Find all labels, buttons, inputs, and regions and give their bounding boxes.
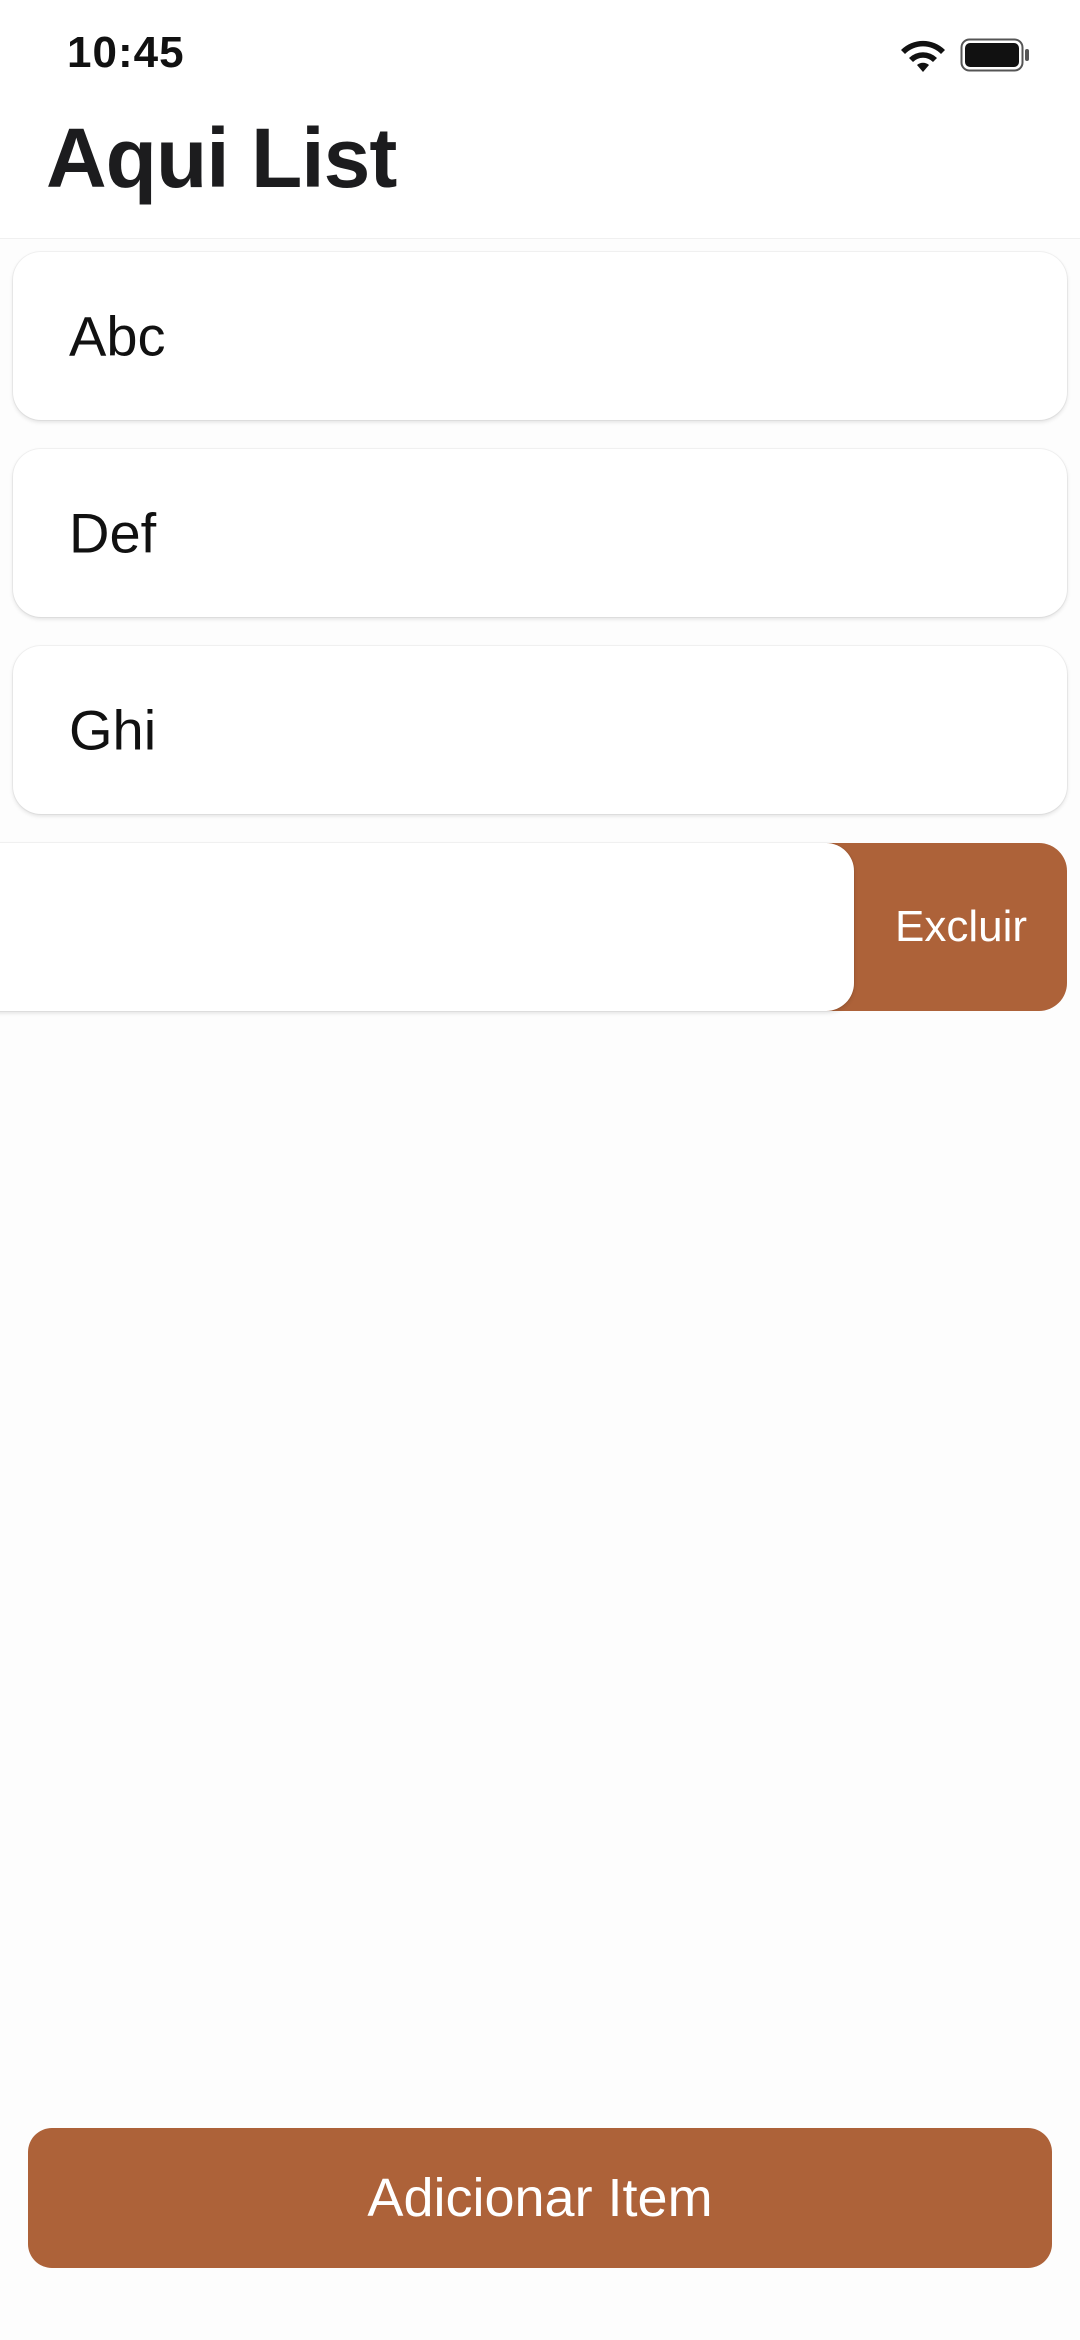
list-item[interactable]: Ghi [13,646,1067,814]
list-item[interactable]: Def [13,449,1067,617]
list-item-label: Ghi [69,698,157,762]
list-item-label: Def [69,501,157,565]
battery-icon [960,38,1029,72]
delete-button[interactable]: Excluir [827,843,1067,1011]
list-item-label: Abc [69,304,166,368]
swiped-list-item[interactable] [0,843,854,1011]
delete-button-label: Excluir [894,902,1027,951]
page-title: Aqui List [46,111,397,205]
status-time: 10:45 [67,28,185,77]
app-screen: 10:45 Aqui List Abc Def Ghi Excluir Adic… [0,0,1080,2340]
app-header: Aqui List [0,110,1080,239]
status-bar: 10:45 [0,0,1080,110]
swiped-list-row: Excluir [0,843,1067,1011]
wifi-icon [901,40,945,72]
add-item-button[interactable]: Adicionar Item [28,2128,1052,2268]
list-item[interactable]: Abc [13,252,1067,420]
